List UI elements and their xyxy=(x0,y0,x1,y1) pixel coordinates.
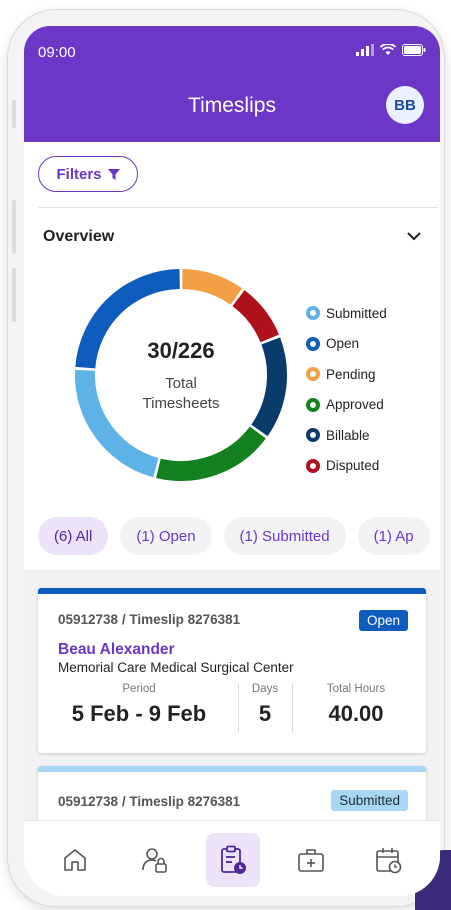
legend-label: Pending xyxy=(326,366,376,382)
legend-label: Submitted xyxy=(326,305,387,321)
app-header: 09:00 Timeslips BB xyxy=(24,26,440,142)
chart-legend: Submitted Open Pending Approved Billable… xyxy=(306,298,387,481)
card-id: 05912738 / Timeslip 8276381 xyxy=(58,612,241,627)
stat-total-hours: Total Hours 40.00 xyxy=(300,683,412,727)
total-timesheets-label: Total Timesheets xyxy=(68,374,294,414)
chip-open[interactable]: (1) Open xyxy=(120,517,212,555)
stat-label: Total Hours xyxy=(326,683,386,695)
legend-item-approved: Approved xyxy=(306,390,387,421)
stat-label: Period xyxy=(122,683,156,695)
card-status-bar xyxy=(38,588,426,594)
battery-icon xyxy=(402,44,426,56)
stat-days: Days 5 xyxy=(240,683,290,727)
app-screen: 09:00 Timeslips BB Filters Overview 30/2… xyxy=(24,26,440,896)
nav-home[interactable] xyxy=(48,833,102,887)
worker-name: Beau Alexander xyxy=(58,641,175,658)
stat-divider xyxy=(238,683,239,733)
wifi-icon xyxy=(380,44,396,55)
signal-icon xyxy=(356,44,374,56)
stat-value: 40.00 xyxy=(328,701,384,726)
status-badge: Submitted xyxy=(331,790,408,811)
chevron-down-icon[interactable] xyxy=(406,228,422,244)
legend-dot xyxy=(306,397,320,412)
avatar[interactable]: BB xyxy=(386,86,424,124)
card-status-bar xyxy=(38,766,426,772)
page-title: Timeslips xyxy=(188,94,276,117)
overview-title: Overview xyxy=(43,228,115,245)
legend-item-disputed: Disputed xyxy=(306,451,387,482)
funnel-icon xyxy=(107,168,120,180)
medical-briefcase-icon xyxy=(298,849,324,872)
legend-dot xyxy=(306,336,320,351)
legend-dot xyxy=(306,367,320,382)
legend-dot xyxy=(306,306,320,321)
nav-schedule[interactable] xyxy=(362,833,416,887)
nav-assignments[interactable] xyxy=(284,833,338,887)
legend-label: Billable xyxy=(326,427,370,443)
legend-label: Open xyxy=(326,336,360,352)
status-filter-chips: (6) All (1) Open (1) Submitted (1) Ap xyxy=(38,517,430,555)
divider xyxy=(38,207,438,208)
legend-item-billable: Billable xyxy=(306,420,387,451)
stat-label: Days xyxy=(251,683,279,695)
card-id: 05912738 / Timeslip 8276381 xyxy=(58,794,241,809)
legend-label: Approved xyxy=(326,397,384,413)
home-icon xyxy=(64,849,86,871)
chip-all[interactable]: (6) All xyxy=(38,517,109,555)
nav-profile[interactable] xyxy=(128,833,182,887)
legend-dot xyxy=(306,458,320,473)
status-icons xyxy=(356,44,426,56)
phone-side-button xyxy=(12,100,16,128)
filters-button[interactable]: Filters xyxy=(38,156,138,192)
timesheet-clipboard-icon xyxy=(221,845,246,874)
phone-side-button xyxy=(12,268,16,322)
total-label-line1: Total xyxy=(165,375,197,392)
chip-submitted[interactable]: (1) Submitted xyxy=(223,517,346,555)
stat-divider xyxy=(292,683,293,733)
filters-label: Filters xyxy=(56,165,102,183)
calendar-history-icon xyxy=(376,848,402,874)
timeslip-list: 05912738 / Timeslip 8276381 Open Beau Al… xyxy=(24,570,440,846)
total-label-line2: Timesheets xyxy=(142,395,220,412)
stat-value: 5 Feb - 9 Feb xyxy=(71,701,207,726)
timeslip-card[interactable]: 05912738 / Timeslip 8276381 Open Beau Al… xyxy=(38,588,426,753)
legend-item-submitted: Submitted xyxy=(306,298,387,329)
legend-label: Disputed xyxy=(326,458,380,474)
donut-center: 30/226 Total Timesheets xyxy=(68,262,294,488)
status-badge: Open xyxy=(358,610,408,631)
stat-value: 5 xyxy=(258,701,272,726)
legend-item-pending: Pending xyxy=(306,359,387,390)
user-lock-icon xyxy=(142,848,167,873)
legend-item-open: Open xyxy=(306,329,387,360)
stat-period: Period 5 Feb - 9 Feb xyxy=(60,683,218,727)
legend-dot xyxy=(306,428,320,443)
facility-name: Memorial Care Medical Surgical Center xyxy=(58,660,294,675)
status-time: 09:00 xyxy=(38,44,76,61)
chip-approved[interactable]: (1) Ap xyxy=(357,517,430,555)
phone-side-button xyxy=(12,200,16,254)
bottom-navigation xyxy=(24,820,440,896)
nav-timeslips[interactable] xyxy=(206,833,260,887)
total-timesheets-value: 30/226 xyxy=(147,338,215,363)
